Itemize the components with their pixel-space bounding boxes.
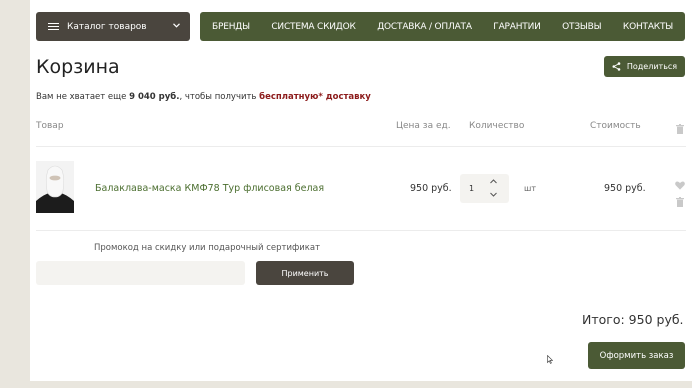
- nav-item-warranty[interactable]: ГАРАНТИИ: [493, 22, 541, 32]
- cart-total: Итого: 950 руб.: [582, 312, 684, 327]
- notice-amount: 9 040 руб.: [129, 92, 180, 102]
- quantity-value[interactable]: 1: [469, 184, 474, 193]
- mouse-cursor-icon: [547, 349, 554, 368]
- column-header-unit-price: Цена за ед.: [396, 121, 451, 131]
- column-header-quantity: Количество: [469, 121, 525, 131]
- quantity-stepper[interactable]: 1: [460, 174, 509, 203]
- cart-page: Каталог товаров БРЕНДЫ СИСТЕМА СКИДОК ДО…: [30, 0, 692, 381]
- chevron-down-icon[interactable]: [490, 191, 497, 199]
- share-label: Поделиться: [626, 62, 678, 71]
- promo-code-input[interactable]: [36, 261, 245, 285]
- share-icon: [612, 62, 621, 71]
- free-delivery-notice: Вам не хватает еще 9 040 руб., чтобы пол…: [36, 92, 371, 102]
- divider: [36, 146, 686, 147]
- quantity-unit: шт: [524, 184, 536, 193]
- nav-item-discounts[interactable]: СИСТЕМА СКИДОК: [271, 22, 356, 32]
- nav-item-contacts[interactable]: КОНТАКТЫ: [623, 22, 673, 32]
- column-header-product: Товар: [36, 121, 64, 131]
- item-cost: 950 руб.: [604, 183, 646, 194]
- product-image[interactable]: [36, 161, 74, 213]
- burger-menu-icon: [48, 22, 59, 31]
- nav-item-delivery[interactable]: ДОСТАВКА / ОПЛАТА: [377, 22, 472, 32]
- notice-middle: , чтобы получить: [179, 92, 260, 102]
- trash-icon[interactable]: [676, 192, 684, 211]
- nav-item-reviews[interactable]: ОТЗЫВЫ: [562, 22, 601, 32]
- product-name-link[interactable]: Балаклава-маска КМФ78 Тур флисовая белая: [95, 183, 324, 194]
- column-header-cost: Стоимость: [590, 121, 641, 131]
- unit-price: 950 руб.: [410, 183, 452, 194]
- catalog-label: Каталог товаров: [67, 21, 147, 32]
- page-title: Корзина: [36, 56, 120, 78]
- apply-promo-button[interactable]: Применить: [256, 261, 354, 285]
- nav-item-brands[interactable]: БРЕНДЫ: [212, 22, 250, 32]
- free-delivery-link[interactable]: бесплатную* доставку: [259, 92, 371, 102]
- main-nav: БРЕНДЫ СИСТЕМА СКИДОК ДОСТАВКА / ОПЛАТА …: [200, 12, 685, 41]
- catalog-button[interactable]: Каталог товаров: [36, 12, 190, 41]
- notice-prefix: Вам не хватает еще: [36, 92, 130, 102]
- divider: [36, 230, 686, 231]
- promo-label: Промокод на скидку или подарочный сертиф…: [94, 243, 321, 253]
- share-button[interactable]: Поделиться: [604, 56, 685, 77]
- chevron-down-icon: [173, 21, 180, 30]
- chevron-up-icon[interactable]: [490, 178, 497, 186]
- checkout-button[interactable]: Оформить заказ: [588, 342, 685, 369]
- clear-cart-trash-icon[interactable]: [676, 119, 684, 138]
